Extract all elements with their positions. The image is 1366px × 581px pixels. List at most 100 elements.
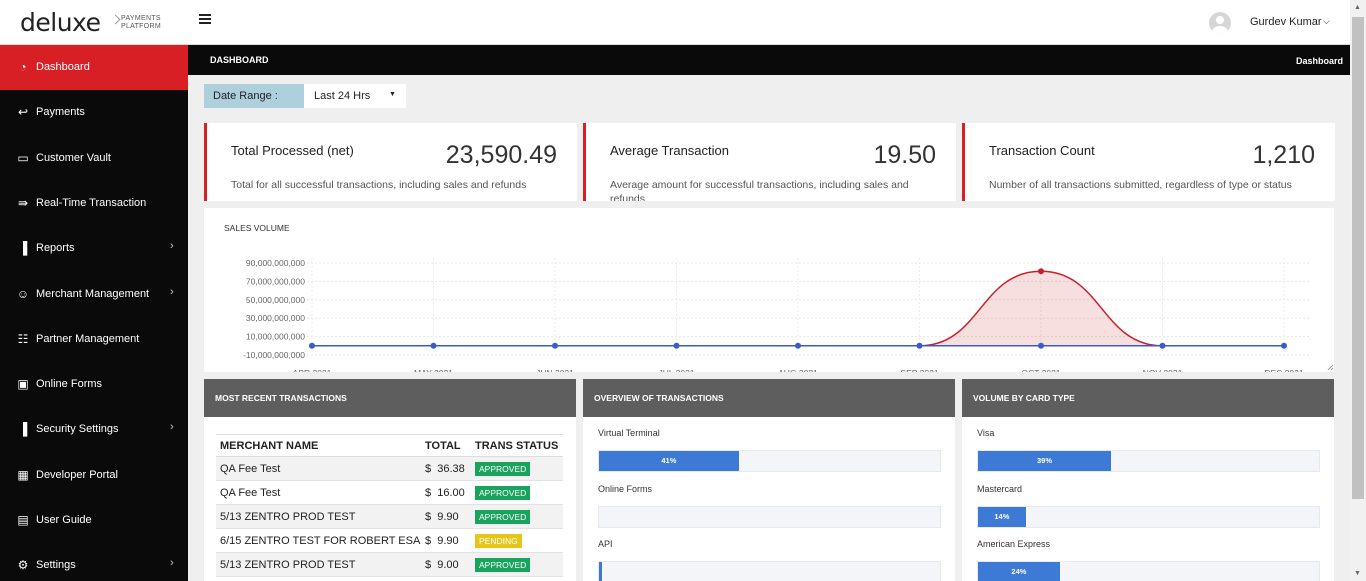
total-cell: $ 9.90 xyxy=(421,504,471,529)
status-badge: APPROVED xyxy=(475,509,531,524)
deluxe-logo[interactable]: deluxe xyxy=(20,8,101,37)
sidebar-item-partner-management[interactable]: ☷ Partner Management xyxy=(0,317,188,362)
date-range-value: Last 24 Hrs xyxy=(314,90,371,102)
stat-description: Total for all successful transactions, i… xyxy=(231,179,527,191)
scrollbar-thumb[interactable] xyxy=(1352,17,1364,499)
sales-volume-plot: 90,000,000,000 70,000,000,000 50,000,000,0… xyxy=(243,258,1334,372)
sidebar-item-online-forms[interactable]: ▣ Online Forms xyxy=(0,362,188,407)
user-name[interactable]: Gurdev Kumar xyxy=(1250,16,1322,28)
avatar[interactable] xyxy=(1209,12,1231,34)
sidebar-item-label: Partner Management xyxy=(36,332,140,345)
total-cell: $ 16.00 xyxy=(421,480,471,505)
progress-bar-fill: 14% xyxy=(978,506,1026,527)
date-range-select[interactable]: Last 24 Hrs ▼ xyxy=(304,84,406,108)
sidebar-item-real-time-transaction[interactable]: ⇛ Real-Time Transaction xyxy=(0,181,188,226)
form-icon: ▣ xyxy=(17,377,29,392)
sidebar-item-settings[interactable]: ⚙ Settings › xyxy=(0,543,188,581)
date-range-label: Date Range : xyxy=(204,84,304,108)
progress-bar-fill xyxy=(599,562,603,581)
status-cell: APPROVED xyxy=(471,552,563,577)
y-tick-label: -10,000,000,000 xyxy=(243,350,305,360)
x-tick-label: MAY 2021 xyxy=(414,368,453,372)
sidebar-item-merchant-management[interactable]: ☺ Merchant Management › xyxy=(0,272,188,317)
gear-icon: ⚙ xyxy=(17,558,29,573)
page-header: DASHBOARD Dashboard xyxy=(188,45,1350,75)
stat-description: Average amount for successful transactio… xyxy=(610,179,909,201)
logo-subtitle: PAYMENTS PLATFORM xyxy=(112,15,161,31)
sidebar-item-payments[interactable]: ↩ Payments xyxy=(0,90,188,135)
panel-title: OVERVIEW OF TRANSACTIONS xyxy=(583,379,955,417)
stat-value: 19.50 xyxy=(873,141,936,169)
x-tick-label: JUN 2021 xyxy=(536,368,574,372)
code-icon: ▦ xyxy=(17,467,29,482)
progress-bar-fill: 39% xyxy=(978,451,1111,471)
card-icon: ▭ xyxy=(17,150,29,165)
merchant-name-cell: 5/13 ZENTRO PROD TEST xyxy=(216,504,421,529)
sidebar-item-reports[interactable]: ▐ Reports › xyxy=(0,226,188,271)
sidebar-item-customer-vault[interactable]: ▭ Customer Vault xyxy=(0,136,188,181)
stat-card-total-processed: Total Processed (net) 23,590.49 Total fo… xyxy=(204,123,577,201)
data-point xyxy=(795,342,801,349)
data-point xyxy=(309,342,315,349)
status-badge: APPROVED xyxy=(475,557,531,572)
merchant-name-cell: 6/15 ZENTRO TEST FOR ROBERT ESA xyxy=(216,528,421,553)
scroll-up-icon[interactable]: ▲ xyxy=(1354,4,1361,11)
status-cell: APPROVED xyxy=(471,480,563,505)
progress-bar xyxy=(598,505,941,528)
status-badge: PENDING xyxy=(475,533,522,548)
sidebar-item-label: Settings xyxy=(36,559,76,572)
realtime-icon: ⇛ xyxy=(17,195,29,210)
sidebar-item-label: Reports xyxy=(36,242,75,255)
panel-title: VOLUME BY CARD TYPE xyxy=(962,379,1334,417)
bar-label: Virtual Terminal xyxy=(598,428,660,438)
sidebar-item-label: Dashboard xyxy=(36,61,90,73)
sidebar-item-label: Merchant Management xyxy=(36,287,150,300)
stat-card-average-transaction: Average Transaction 19.50 Average amount… xyxy=(583,123,956,201)
column-header[interactable]: TRANS STATUS xyxy=(471,434,563,457)
bar-label: Mastercard xyxy=(977,483,1023,494)
menu-toggle-icon[interactable] xyxy=(199,14,211,24)
column-header[interactable]: TOTAL xyxy=(421,434,471,457)
bar-label: Online Forms xyxy=(598,483,653,494)
status-badge: APPROVED xyxy=(475,461,531,476)
progress-bar: 14% xyxy=(977,505,1320,528)
top-bar: deluxe PAYMENTS PLATFORM Gurdev Kumar ⌵ xyxy=(0,0,1350,45)
data-point xyxy=(430,342,437,349)
data-point xyxy=(1281,342,1287,349)
sidebar-item-dashboard[interactable]: ◔ Dashboard xyxy=(0,45,188,90)
sidebar-item-security-settings[interactable]: ▐ Security Settings › xyxy=(0,407,188,452)
breadcrumb[interactable]: Dashboard xyxy=(1296,56,1343,66)
page-scrollbar[interactable]: ▲ ▼ xyxy=(1350,0,1366,581)
data-point xyxy=(1038,268,1044,275)
panel-title: MOST RECENT TRANSACTIONS xyxy=(204,379,576,417)
user-gear-icon: ☺ xyxy=(16,286,30,301)
table-row[interactable]: 5/13 ZENTRO PROD TEST $ 9.90 APPROVED xyxy=(216,504,563,529)
status-cell: APPROVED xyxy=(471,504,563,529)
chevron-right-icon: › xyxy=(170,421,174,434)
data-point xyxy=(1038,342,1044,349)
progress-bar: 41% xyxy=(598,450,941,472)
column-header[interactable]: MERCHANT NAME xyxy=(216,434,421,457)
x-tick-label: SEP 2021 xyxy=(900,368,938,372)
sidebar-item-developer-portal[interactable]: ▦ Developer Portal xyxy=(0,453,188,498)
table-row[interactable]: QA Fee Test $ 36.38 APPROVED xyxy=(216,456,563,481)
transactions-table: MERCHANT NAME TOTAL TRANS STATUS QA Fee … xyxy=(216,434,563,577)
bar-chart-icon: ▐ xyxy=(18,422,28,437)
scroll-down-icon[interactable]: ▼ xyxy=(1354,570,1361,577)
stat-title: Total Processed (net) xyxy=(231,143,354,158)
table-row[interactable]: 6/15 ZENTRO TEST FOR ROBERT ESA $ 9.90 PEN… xyxy=(216,528,563,553)
table-row[interactable]: 5/13 ZENTRO PROD TEST $ 9.00 APPROVED xyxy=(216,552,563,577)
caret-down-icon: ▼ xyxy=(389,91,396,98)
progress-bar: 39% xyxy=(977,450,1320,472)
progress-bar-fill: 41% xyxy=(599,451,739,471)
data-point xyxy=(673,342,680,349)
chevron-down-icon[interactable]: ⌵ xyxy=(1323,16,1330,27)
x-tick-label: DEC 2021 xyxy=(1264,368,1303,372)
sidebar-item-user-guide[interactable]: ▤ User Guide xyxy=(0,498,188,543)
bar-label: API xyxy=(598,539,613,549)
data-point xyxy=(916,342,923,349)
table-row[interactable]: QA Fee Test $ 16.00 APPROVED xyxy=(216,480,563,505)
status-cell: APPROVED xyxy=(471,456,563,481)
x-tick-label: JUL 2021 xyxy=(658,368,694,372)
sitemap-icon: ☷ xyxy=(17,331,29,346)
